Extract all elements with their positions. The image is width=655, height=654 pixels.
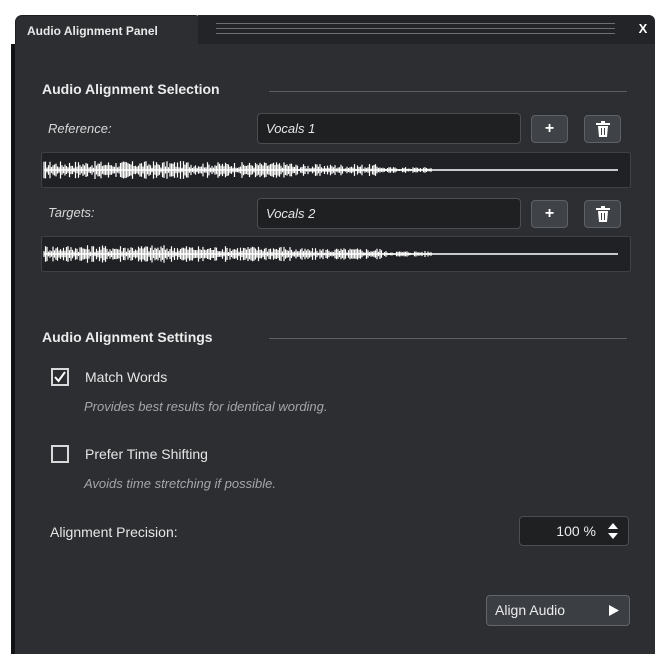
prefer-time-shifting-label[interactable]: Prefer Time Shifting [85, 446, 208, 462]
waveform-icon [43, 161, 618, 179]
waveform-icon [43, 245, 618, 263]
add-target-button[interactable]: + [531, 200, 568, 228]
align-audio-button[interactable]: Align Audio [486, 595, 630, 626]
plus-icon: + [544, 120, 555, 137]
match-words-checkbox[interactable] [51, 368, 69, 386]
close-button[interactable]: X [634, 19, 652, 39]
match-words-hint: Provides best results for identical word… [84, 399, 328, 414]
targets-label: Targets: [48, 205, 95, 220]
plus-icon: + [544, 205, 555, 222]
reference-label: Reference: [48, 121, 112, 136]
grip-line [216, 28, 615, 29]
checkmark-icon [54, 371, 66, 383]
title-bar: Audio Alignment Panel X [0, 0, 655, 46]
section-divider [269, 338, 627, 339]
add-reference-button[interactable]: + [531, 115, 568, 143]
audio-alignment-panel: Audio Alignment Selection Reference: Voc… [11, 44, 655, 654]
trash-icon [595, 121, 610, 137]
section-divider [269, 91, 627, 92]
match-words-label[interactable]: Match Words [85, 369, 167, 385]
alignment-precision-label: Alignment Precision: [50, 524, 178, 540]
alignment-precision-stepper[interactable]: 100 % [519, 516, 629, 546]
reference-waveform [41, 152, 631, 188]
targets-field[interactable]: Vocals 2 [257, 198, 521, 229]
remove-target-button[interactable] [584, 200, 621, 228]
prefer-time-shifting-hint: Avoids time stretching if possible. [84, 476, 276, 491]
remove-reference-button[interactable] [584, 115, 621, 143]
tab-bar-grip[interactable]: X [198, 15, 655, 45]
align-audio-label: Align Audio [495, 602, 566, 618]
alignment-precision-value: 100 % [556, 523, 596, 539]
prefer-time-shifting-checkbox[interactable] [51, 445, 69, 463]
selection-section-title: Audio Alignment Selection [42, 81, 220, 97]
tab-audio-alignment-panel[interactable]: Audio Alignment Panel [15, 15, 202, 46]
grip-line [216, 23, 615, 24]
up-down-arrows-icon[interactable] [606, 522, 620, 540]
grip-line [216, 33, 615, 34]
targets-waveform [41, 236, 631, 272]
trash-icon [595, 206, 610, 222]
play-icon [609, 605, 619, 616]
settings-section-title: Audio Alignment Settings [42, 329, 213, 345]
tab-title: Audio Alignment Panel [27, 24, 158, 38]
reference-field[interactable]: Vocals 1 [257, 113, 521, 144]
